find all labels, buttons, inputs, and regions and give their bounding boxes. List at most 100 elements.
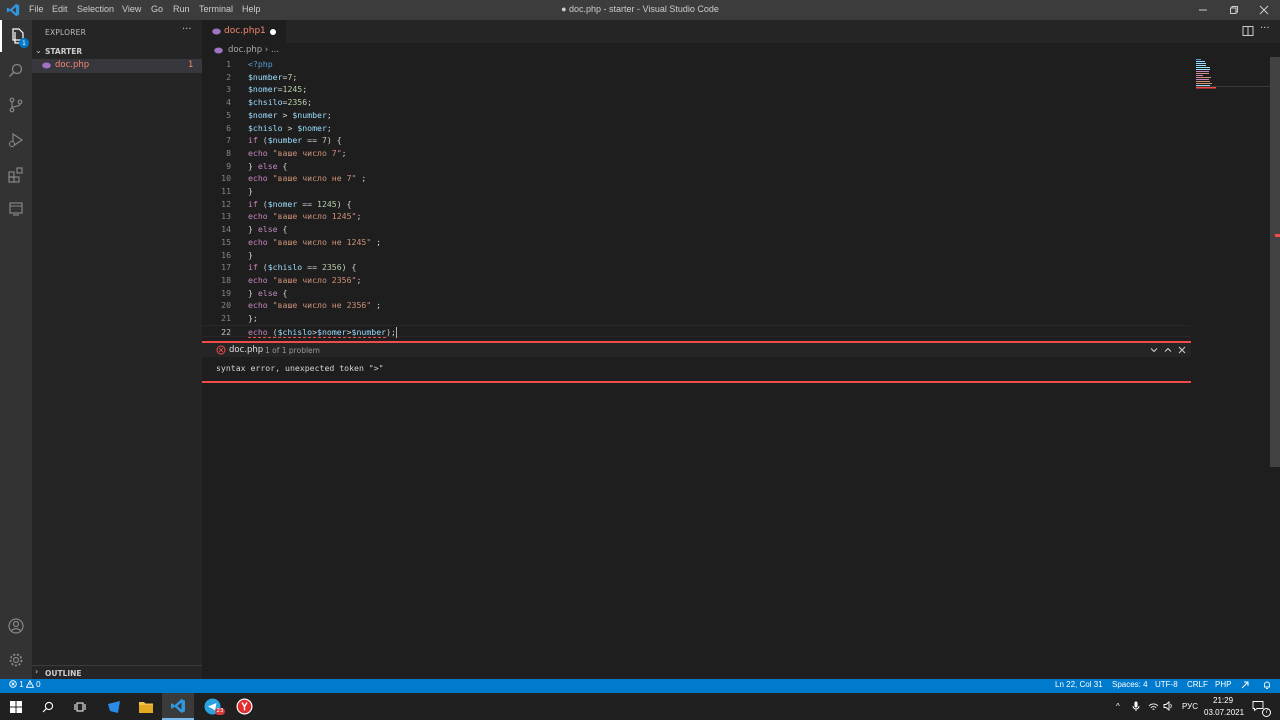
remote-explorer-activity-button[interactable] [0,193,32,225]
taskbar-telegram[interactable]: 23 [196,693,228,720]
feedback-status-item[interactable] [1240,680,1250,692]
minimize-icon [1199,9,1207,11]
code-line[interactable]: 10 echo "ваше число не 7" ; [202,172,1190,185]
code-line[interactable]: 12 if ($nomer == 1245) { [202,198,1190,211]
code-line[interactable]: 22 echo ($chislo>$nomer>$number); [202,324,1190,338]
menu-selection[interactable]: Selection [77,4,114,14]
code-line[interactable]: 1 <?php [202,58,1190,71]
input-language-indicator[interactable]: РУС [1182,702,1198,711]
language-mode-status[interactable]: PHP [1215,680,1231,689]
clock-date[interactable]: 03.07.2021 [1204,708,1244,717]
cursor-position[interactable]: Ln 22, Col 31 [1055,680,1103,689]
problems-status-item[interactable]: 1 0 [9,679,41,689]
code-line[interactable]: 18 echo "ваше число 2356"; [202,274,1190,287]
code-token: $number [248,71,283,82]
line-number: 3 [226,84,231,95]
line-code: $number=7; [248,71,297,84]
restore-button[interactable] [1219,0,1249,20]
code-token: ( [257,198,268,209]
code-line[interactable]: 13 echo "ваше число 1245"; [202,210,1190,223]
split-editor-icon[interactable] [1242,25,1254,37]
task-view-button[interactable] [64,693,96,720]
code-line[interactable]: 17 if ($chislo == 2356) { [202,261,1190,274]
code-token: $chsilo [248,97,283,108]
more-actions-icon[interactable]: ··· [182,24,192,35]
code-line[interactable]: 11} [202,185,1190,198]
taskbar-app-pin[interactable] [98,693,130,720]
extensions-activity-button[interactable] [0,159,32,191]
breadcrumb-ellipsis[interactable]: ... [271,45,279,55]
code-line[interactable]: 14} else { [202,223,1190,236]
code-token: ; [307,97,313,108]
line-number: 16 [221,249,231,260]
indentation-status[interactable]: Spaces: 4 [1112,680,1148,689]
taskbar-vscode[interactable] [162,693,194,720]
eol-status[interactable]: CRLF [1187,680,1208,689]
tray-show-hidden-icon[interactable]: ^ [1116,702,1120,711]
editor-scrollbar[interactable] [1270,57,1280,467]
explorer-activity-button[interactable]: 1 [0,20,34,52]
run-debug-icon [8,132,24,148]
folder-label: STARTER [45,47,83,56]
code-line[interactable]: 4 $chsilo=2356; [202,96,1190,109]
source-control-activity-button[interactable] [0,89,32,121]
menu-edit[interactable]: Edit [52,4,68,14]
code-line[interactable]: 15 echo "ваше число не 1245" ; [202,236,1190,249]
line-code: echo "ваше число не 1245" ; [248,236,381,249]
menu-go[interactable]: Go [151,4,163,14]
line-code: echo "ваше число 7"; [248,147,347,160]
clock-time[interactable]: 21:29 [1213,696,1233,705]
tab-doc-php[interactable]: doc.php 1 [202,20,286,43]
file-item-doc-php[interactable]: doc.php 1 [32,59,202,73]
code-line[interactable]: 7 if ($number == 7) { [202,134,1190,147]
line-number: 18 [221,274,231,285]
code-line[interactable]: 9} else { [202,160,1190,173]
code-token: "ваше число не 2356" [272,300,372,311]
volume-icon[interactable] [1163,701,1174,711]
start-button[interactable] [0,693,32,720]
code-line[interactable]: 8 echo "ваше число 7"; [202,147,1190,160]
menu-view[interactable]: View [122,4,141,14]
next-problem-button[interactable] [1148,344,1160,356]
code-token: ); [386,326,396,337]
notifications-status-item[interactable] [1262,680,1272,692]
menu-run[interactable]: Run [173,4,190,14]
code-token: else [257,224,278,235]
chevron-down-icon [1150,348,1158,353]
taskbar-yandex-browser[interactable] [228,693,260,720]
editor-more-actions-icon[interactable]: ··· [1260,23,1270,34]
code-line[interactable]: 2 $number=7; [202,71,1190,84]
code-token: "ваше число 7" [272,147,342,158]
close-peek-button[interactable] [1176,344,1188,356]
code-line[interactable]: 20 echo "ваше число не 2356" ; [202,299,1190,312]
accounts-activity-button[interactable] [0,610,32,642]
network-icon[interactable] [1148,702,1159,711]
encoding-status[interactable]: UTF-8 [1155,680,1178,689]
folder-starter[interactable]: ⌄ STARTER [32,45,202,59]
unsaved-dot-icon[interactable] [270,29,276,35]
code-line[interactable]: 21}; [202,312,1190,325]
code-line[interactable]: 6 $chislo > $nomer; [202,122,1190,135]
feedback-icon [1241,681,1249,689]
close-window-button[interactable] [1249,0,1279,20]
minimize-button[interactable] [1188,0,1218,20]
menu-file[interactable]: File [29,4,44,14]
code-line[interactable]: 16} [202,249,1190,262]
line-code: } else { [248,160,287,173]
search-activity-button[interactable] [0,55,32,87]
code-line[interactable]: 19} else { [202,287,1190,300]
run-debug-activity-button[interactable] [0,124,32,156]
taskbar-search-button[interactable] [32,693,64,720]
microphone-icon[interactable] [1132,701,1140,712]
code-token: > [277,109,293,120]
outline-section[interactable]: › OUTLINE [32,665,202,679]
taskbar-file-explorer[interactable] [130,693,162,720]
code-token: } [248,160,258,171]
menu-terminal[interactable]: Terminal [199,4,233,14]
previous-problem-button[interactable] [1162,344,1174,356]
code-line[interactable]: 5 $nomer > $number; [202,109,1190,122]
manage-activity-button[interactable] [0,644,32,676]
menu-help[interactable]: Help [242,4,261,14]
code-line[interactable]: 3 $nomer=1245; [202,83,1190,96]
breadcrumb-item-file[interactable]: doc.php › ... [228,45,279,55]
